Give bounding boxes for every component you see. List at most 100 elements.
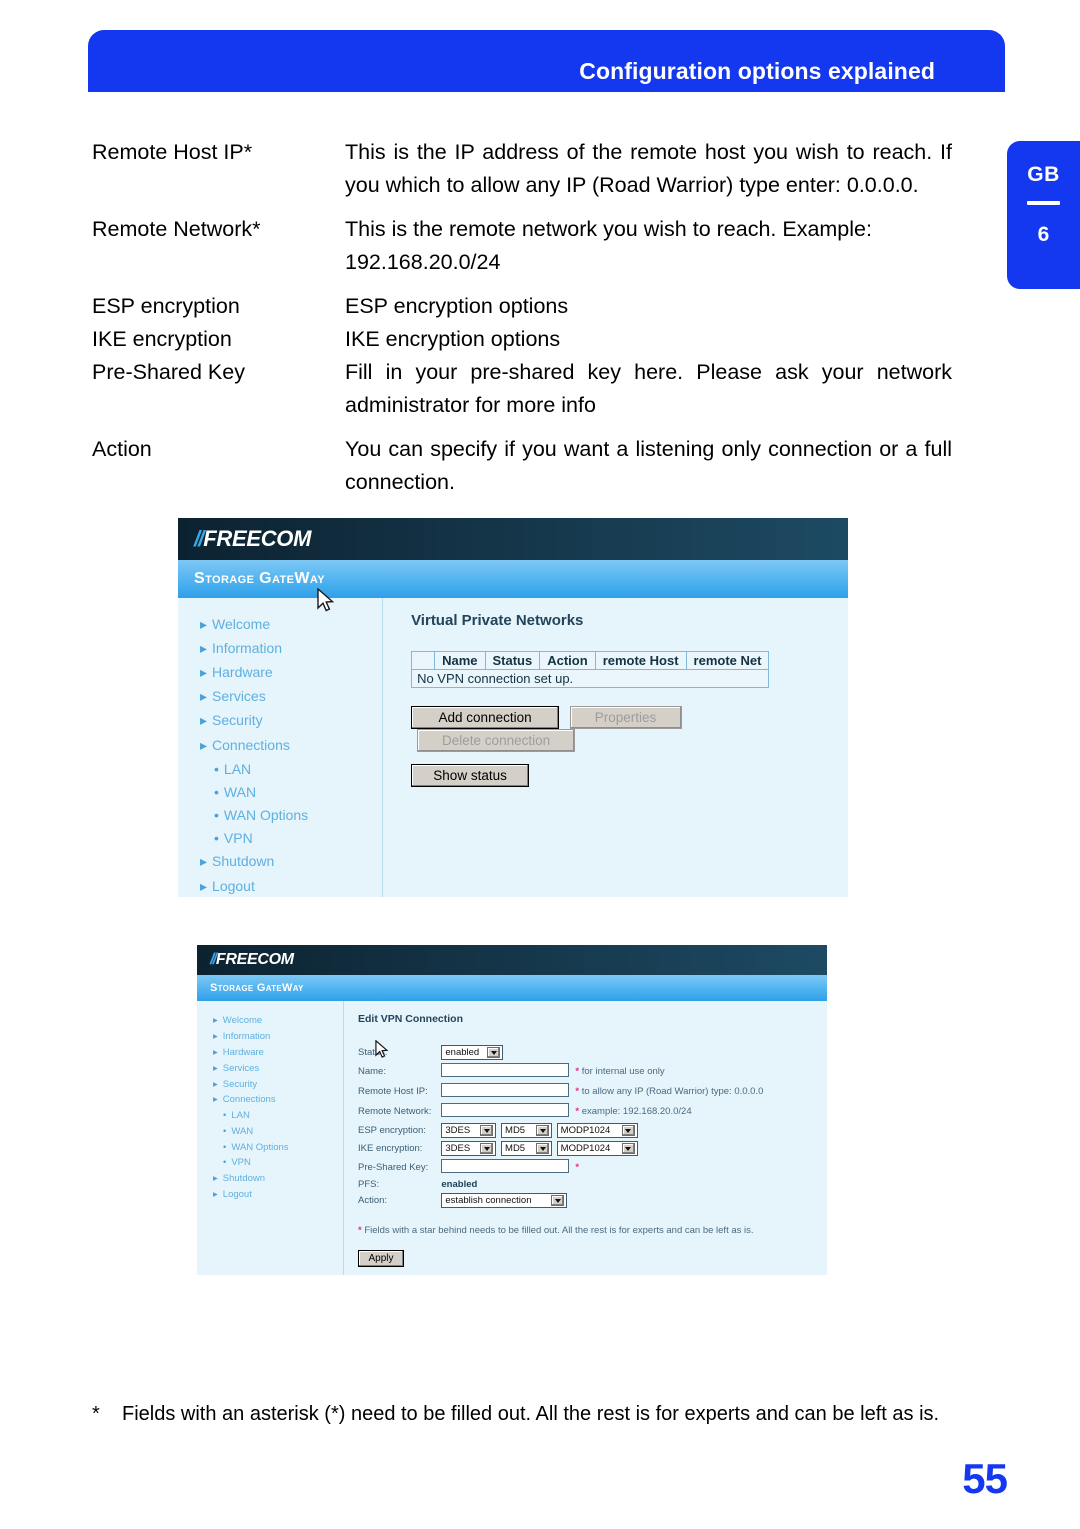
- table-row: No VPN connection set up.: [411, 669, 770, 688]
- sidebar-item-label: Security: [212, 712, 263, 729]
- sidebar-item-label: VPN: [223, 830, 253, 847]
- table-empty-message: No VPN connection set up.: [411, 669, 770, 688]
- sidebar-item-services[interactable]: ▸ Services: [197, 1060, 343, 1076]
- sidebar-item-label: Services: [222, 1062, 260, 1074]
- sidebar-item-wan[interactable]: • WAN: [197, 1123, 343, 1139]
- chevron-down-icon: [621, 1142, 635, 1154]
- sidebar-item-label: Connections: [222, 1094, 276, 1106]
- required-marker: *: [575, 1105, 580, 1117]
- sidebar-item-connections[interactable]: ▸ Connections: [197, 1092, 343, 1108]
- definition-term: Remote Host IP*: [92, 140, 253, 164]
- definition-row: Remote Network* This is the remote netwo…: [92, 213, 952, 279]
- chevron-right-icon: ▸: [200, 615, 208, 632]
- chevron-down-icon: [480, 1124, 494, 1136]
- chevron-right-icon: ▸: [213, 1046, 218, 1058]
- sidebar-item-lan[interactable]: • LAN: [178, 757, 382, 780]
- definition-row: ESP encryption ESP encryption options: [92, 290, 952, 323]
- chevron-right-icon: ▸: [213, 1078, 218, 1090]
- logo-text: FREECOM: [203, 526, 312, 551]
- definition-term: IKE encryption: [92, 327, 232, 351]
- vpn-edit-form: Status: enabled Name: * for internal use…: [358, 1043, 763, 1209]
- form-row-ike-encryption: IKE encryption: 3DES MD5 MODP1024: [358, 1139, 763, 1157]
- content-pane: Virtual Private Networks Name Status Act…: [383, 598, 848, 897]
- chevron-right-icon: ▸: [213, 1031, 218, 1043]
- definition-term: Pre-Shared Key: [92, 360, 245, 384]
- bullet-icon: •: [214, 760, 219, 777]
- esp-hash-value: MD5: [505, 1124, 526, 1136]
- footnote-text: Fields with an asterisk (*) need to be f…: [122, 1403, 940, 1425]
- page-header-bar: Configuration options explained: [88, 30, 1005, 92]
- chevron-right-icon: ▸: [213, 1062, 218, 1074]
- sidebar-item-security[interactable]: ▸ Security: [178, 709, 382, 733]
- sidebar-item-wan-options[interactable]: • WAN Options: [178, 804, 382, 827]
- esp-cipher-select[interactable]: 3DES: [441, 1122, 497, 1138]
- sidebar-item-wan-options[interactable]: • WAN Options: [197, 1139, 343, 1155]
- sidebar-item-label: VPN: [231, 1157, 251, 1169]
- apply-button[interactable]: Apply: [358, 1250, 404, 1267]
- status-select[interactable]: enabled: [441, 1044, 504, 1060]
- chevron-right-icon: ▸: [213, 1015, 218, 1027]
- ike-hash-value: MD5: [505, 1142, 526, 1154]
- form-row-esp-encryption: ESP encryption: 3DES MD5 MODP1024: [358, 1121, 763, 1139]
- form-row-remote-host-ip: Remote Host IP: * to allow any IP (Road …: [358, 1081, 763, 1101]
- name-input[interactable]: [441, 1062, 570, 1077]
- ike-group-value: MODP1024: [560, 1142, 611, 1154]
- sidebar-item-vpn[interactable]: • VPN: [197, 1155, 343, 1171]
- sidebar-item-security[interactable]: ▸ Security: [197, 1076, 343, 1092]
- sidebar-item-shutdown[interactable]: ▸ Shutdown: [197, 1171, 343, 1187]
- sidebar-item-connections[interactable]: ▸ Connections: [178, 733, 382, 757]
- sidebar-item-vpn[interactable]: • VPN: [178, 827, 382, 850]
- definition-description: This is the remote network you wish to r…: [345, 217, 872, 274]
- logo-text: FREECOM: [215, 951, 294, 968]
- sidebar-item-logout[interactable]: ▸ Logout: [178, 874, 382, 898]
- action-select[interactable]: establish connection: [441, 1192, 568, 1208]
- sidebar-item-hardware[interactable]: ▸ Hardware: [197, 1045, 343, 1061]
- side-tab-divider: [1027, 201, 1060, 205]
- sidebar-nav: ▸ Welcome ▸ Information ▸ Hardware ▸ Service…: [197, 1001, 344, 1275]
- pane-title: Edit VPN Connection: [358, 1013, 463, 1025]
- definition-description: This is the IP address of the remote hos…: [345, 140, 952, 197]
- form-row-action: Action: establish connection: [358, 1191, 763, 1209]
- sidebar-item-label: Logout: [222, 1188, 252, 1200]
- pre-shared-key-input[interactable]: [441, 1158, 570, 1173]
- show-status-row: Show status: [411, 764, 848, 787]
- esp-group-value: MODP1024: [560, 1124, 611, 1136]
- column-header-select: [411, 651, 436, 670]
- sidebar-item-lan[interactable]: • LAN: [197, 1108, 343, 1124]
- sidebar-item-information[interactable]: ▸ Information: [197, 1029, 343, 1045]
- chevron-right-icon: ▸: [213, 1094, 218, 1106]
- ike-cipher-select[interactable]: 3DES: [441, 1140, 497, 1156]
- sidebar-item-label: Information: [222, 1031, 271, 1043]
- sidebar-item-wan[interactable]: • WAN: [178, 780, 382, 803]
- column-header-remote-net: remote Net: [685, 651, 770, 670]
- form-row-pfs: PFS: enabled: [358, 1177, 763, 1191]
- esp-hash-select[interactable]: MD5: [501, 1122, 553, 1138]
- esp-group-select[interactable]: MODP1024: [556, 1122, 638, 1138]
- sidebar-item-welcome[interactable]: ▸ Welcome: [197, 1013, 343, 1029]
- ike-group-select[interactable]: MODP1024: [556, 1140, 638, 1156]
- chevron-right-icon: ▸: [200, 877, 208, 894]
- bullet-icon: •: [223, 1110, 227, 1122]
- sidebar-item-shutdown[interactable]: ▸ Shutdown: [178, 850, 382, 874]
- remote-host-ip-hint: to allow any IP (Road Warrior) type: 0.0…: [581, 1085, 764, 1097]
- definition-row: Remote Host IP* This is the IP address o…: [92, 136, 952, 202]
- note-text: Fields with a star behind needs to be fi…: [364, 1225, 754, 1236]
- sidebar-item-hardware[interactable]: ▸ Hardware: [178, 660, 382, 684]
- remote-host-ip-input[interactable]: [441, 1082, 570, 1097]
- remote-network-hint: example: 192.168.20.0/24: [581, 1105, 692, 1117]
- pfs-label: PFS:: [358, 1178, 380, 1190]
- form-row-remote-network: Remote Network: * example: 192.168.20.0/…: [358, 1101, 763, 1121]
- remote-network-input[interactable]: [441, 1102, 570, 1117]
- definition-description: ESP encryption options: [345, 294, 569, 318]
- note-marker: *: [358, 1225, 362, 1236]
- sidebar-item-welcome[interactable]: ▸ Welcome: [178, 612, 382, 636]
- show-status-button[interactable]: Show status: [411, 764, 530, 787]
- status-select-value: enabled: [445, 1046, 480, 1058]
- required-marker: *: [575, 1065, 580, 1077]
- sidebar-item-label: LAN: [223, 760, 252, 777]
- sidebar-item-services[interactable]: ▸ Services: [178, 685, 382, 709]
- add-connection-button[interactable]: Add connection: [411, 706, 560, 729]
- sidebar-item-information[interactable]: ▸ Information: [178, 636, 382, 660]
- sidebar-item-logout[interactable]: ▸ Logout: [197, 1187, 343, 1203]
- ike-hash-select[interactable]: MD5: [501, 1140, 553, 1156]
